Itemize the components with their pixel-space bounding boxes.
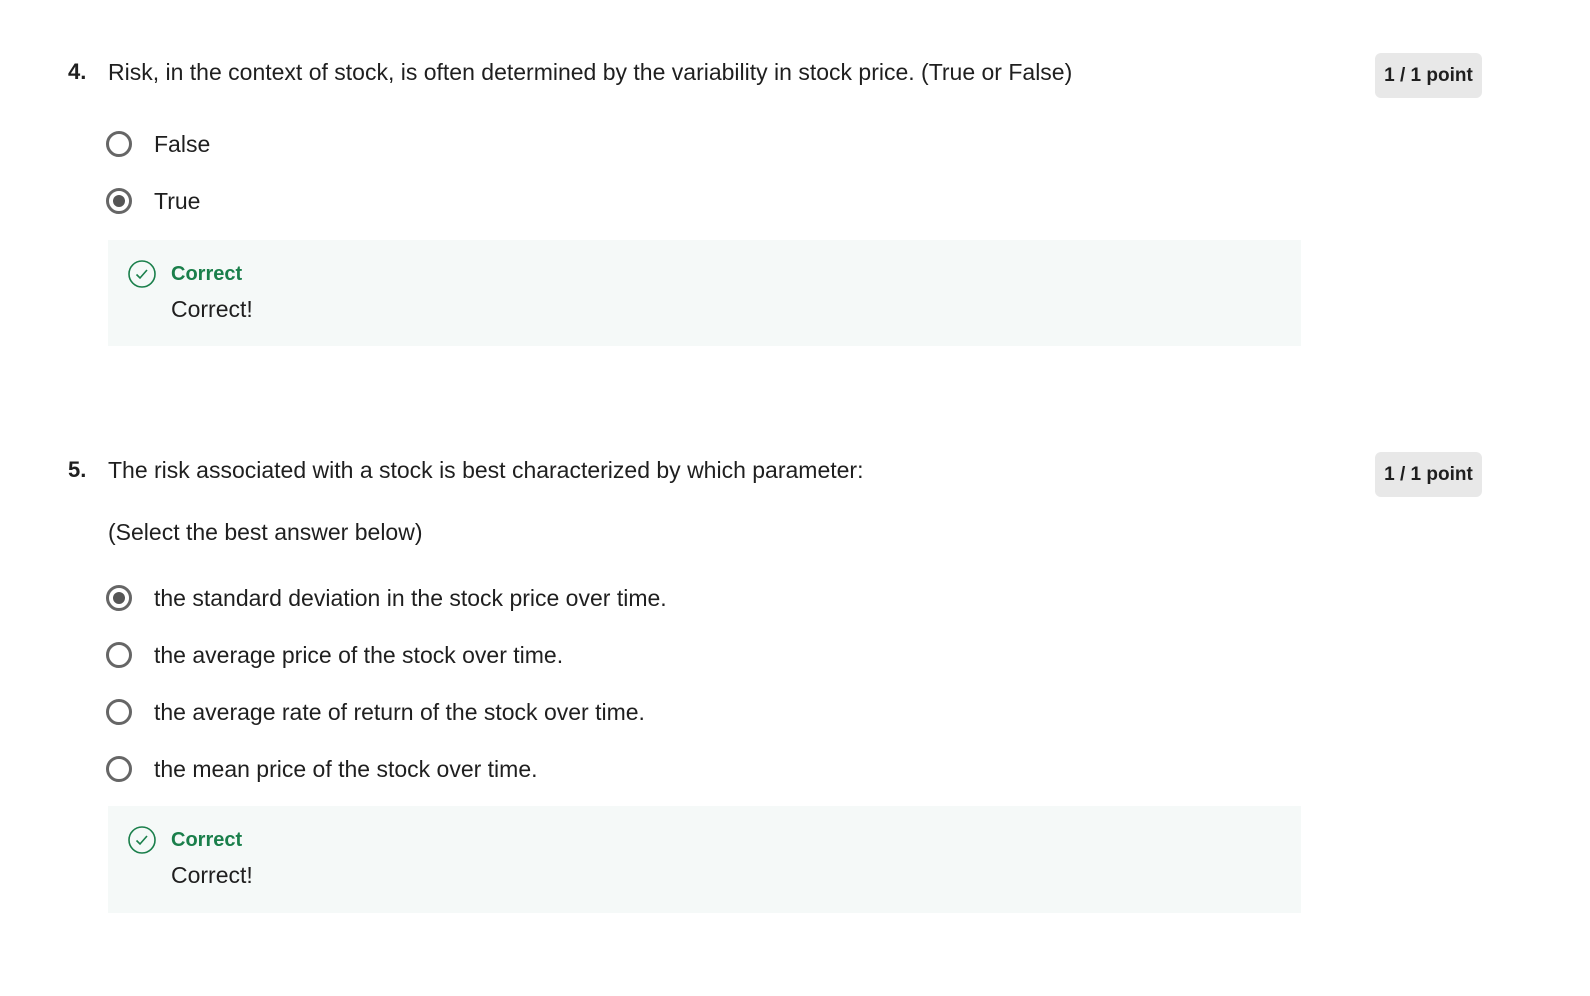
option-label: the average rate of return of the stock … <box>154 698 645 725</box>
option-false[interactable]: False <box>106 127 210 161</box>
option-mean-price[interactable]: the mean price of the stock over time. <box>106 752 538 786</box>
question-text: The risk associated with a stock is best… <box>108 457 864 483</box>
feedback-text: Correct! <box>171 862 253 888</box>
option-label: the average price of the stock over time… <box>154 641 564 668</box>
option-label: the mean price of the stock over time. <box>154 755 538 782</box>
option-standard-deviation[interactable]: the standard deviation in the stock pric… <box>106 581 667 615</box>
feedback-box: Correct Correct! <box>108 806 1301 913</box>
option-label: the standard deviation in the stock pric… <box>154 584 667 611</box>
question-number: 5. <box>68 457 87 482</box>
radio-button[interactable] <box>106 642 132 668</box>
radio-button[interactable] <box>106 756 132 782</box>
option-label: False <box>154 130 211 157</box>
points-badge: 1 / 1 point <box>1375 53 1482 98</box>
radio-button[interactable] <box>106 131 132 157</box>
question-text: Risk, in the context of stock, is often … <box>108 59 1073 85</box>
option-true[interactable]: True <box>106 184 200 218</box>
points-badge: 1 / 1 point <box>1375 452 1482 497</box>
question-number: 4. <box>68 59 87 84</box>
option-average-return[interactable]: the average rate of return of the stock … <box>106 695 645 729</box>
check-circle-icon <box>128 260 156 288</box>
radio-button-selected[interactable] <box>106 585 132 611</box>
feedback-text: Correct! <box>171 296 253 322</box>
feedback-box: Correct Correct! <box>108 240 1301 346</box>
radio-button[interactable] <box>106 699 132 725</box>
feedback-title: Correct <box>171 829 243 851</box>
question-subtext: (Select the best answer below) <box>108 519 423 545</box>
radio-button-selected[interactable] <box>106 188 132 214</box>
option-label: True <box>154 187 201 214</box>
check-circle-icon <box>128 826 156 854</box>
feedback-title: Correct <box>171 263 243 285</box>
option-average-price[interactable]: the average price of the stock over time… <box>106 638 563 672</box>
